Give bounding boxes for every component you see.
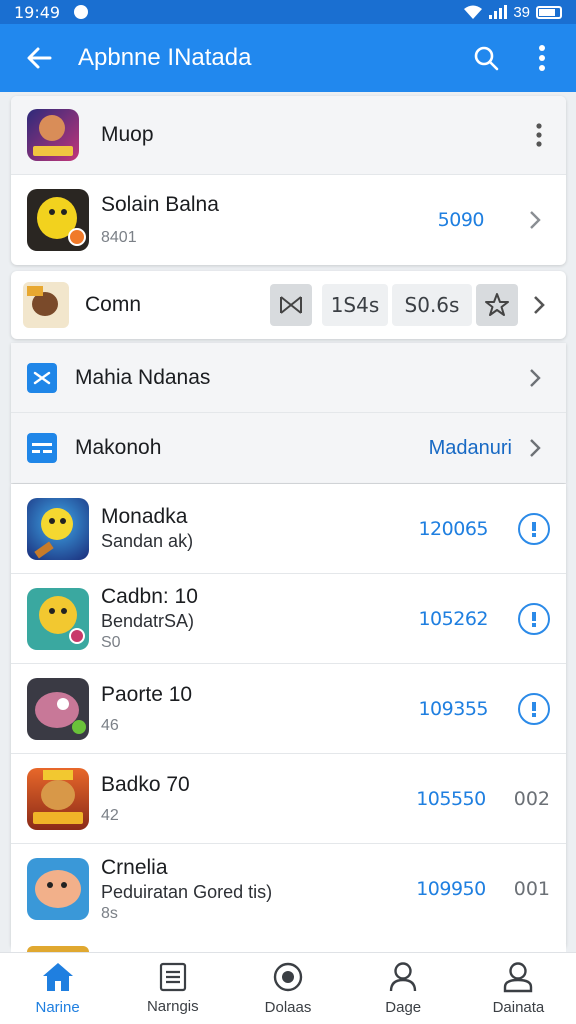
favorite-button[interactable] bbox=[476, 284, 518, 326]
nav-item-list[interactable]: Narngis bbox=[115, 953, 230, 1024]
status-bar: 19:49 39 bbox=[0, 0, 576, 24]
app-icon bbox=[27, 109, 79, 161]
list-item[interactable]: Badko 70 42 105550 002 bbox=[11, 754, 566, 844]
cross-app-icon bbox=[27, 362, 57, 393]
menu-item-value: Madanuri bbox=[428, 436, 512, 459]
list-item[interactable]: Monadka Sandan ak) 120065 bbox=[11, 484, 566, 574]
item-value: 105550 bbox=[416, 787, 486, 810]
item-rank: 001 bbox=[513, 878, 550, 900]
nav-label: Dolaas bbox=[264, 999, 312, 1016]
item-meta: 46 bbox=[101, 716, 119, 734]
nav-item-home[interactable]: Narine bbox=[0, 953, 115, 1024]
bottom-navigation: Narine Narngis Dolaas Dage Dainata bbox=[0, 952, 576, 1024]
close-button[interactable] bbox=[270, 284, 312, 326]
person-icon bbox=[390, 962, 417, 992]
compare-card: Comn 1S4s S0.6s bbox=[11, 271, 566, 339]
item-meta: 42 bbox=[101, 806, 119, 824]
item-value: 105262 bbox=[418, 607, 488, 630]
status-time: 19:49 bbox=[14, 2, 61, 22]
item-name: Solain Balna bbox=[101, 193, 219, 216]
more-vertical-icon bbox=[539, 45, 545, 71]
list-item[interactable]: Solain Balna 8401 5090 bbox=[11, 175, 566, 265]
section-title: Muop bbox=[101, 123, 154, 146]
list-item[interactable]: Paorte 10 46 109355 bbox=[11, 664, 566, 754]
item-value: 109950 bbox=[416, 878, 486, 900]
app-icon bbox=[27, 587, 89, 650]
page-title: Apbnne INatada bbox=[78, 44, 252, 71]
app-icon bbox=[23, 282, 69, 328]
search-button[interactable] bbox=[458, 24, 514, 92]
battery-icon bbox=[536, 5, 562, 19]
nav-label: Narngis bbox=[146, 998, 199, 1015]
item-value: 109355 bbox=[418, 697, 488, 720]
profile-icon bbox=[504, 962, 533, 993]
item-value: 120065 bbox=[418, 517, 488, 540]
item-meta: S0 bbox=[101, 634, 121, 651]
compare-left-value: 1S4s bbox=[322, 284, 388, 326]
item-name: Monadka bbox=[101, 505, 188, 528]
nav-label: Narine bbox=[35, 999, 80, 1016]
item-subtitle: Peduiratan Gored tis) bbox=[101, 881, 273, 902]
item-name: Paorte 10 bbox=[101, 682, 193, 706]
chevron-right-icon bbox=[520, 438, 550, 458]
chevron-right-icon bbox=[524, 295, 554, 315]
menu-item-label: Makonoh bbox=[75, 436, 162, 459]
home-icon bbox=[42, 963, 73, 991]
card-app-icon bbox=[27, 433, 57, 463]
download-icon[interactable] bbox=[518, 602, 550, 635]
notification-icon bbox=[74, 5, 89, 19]
item-meta: 8401 bbox=[101, 229, 137, 246]
compare-right-value: S0.6s bbox=[392, 284, 472, 326]
item-name: Cadbn: 10 bbox=[101, 585, 198, 608]
star-icon bbox=[485, 293, 509, 316]
signal-icon bbox=[489, 5, 508, 19]
download-icon[interactable] bbox=[518, 692, 550, 725]
nav-item-person[interactable]: Dage bbox=[346, 953, 461, 1024]
download-icon[interactable] bbox=[518, 512, 550, 545]
nav-label: Dainata bbox=[492, 999, 545, 1016]
arrow-left-icon bbox=[27, 47, 52, 69]
list-icon bbox=[159, 962, 186, 992]
featured-card: Muop Solain Balna 8401 5090 bbox=[11, 96, 566, 265]
menu-item[interactable]: Mahia Ndanas bbox=[11, 343, 566, 413]
search-icon bbox=[474, 46, 499, 71]
menu-card: Mahia Ndanas Makonoh Madanuri bbox=[11, 343, 566, 483]
wifi-icon bbox=[464, 5, 483, 19]
item-value: 5090 bbox=[437, 209, 485, 231]
item-meta: 8s bbox=[101, 904, 118, 922]
compare-title: Comn bbox=[85, 293, 142, 316]
app-list: Monadka Sandan ak) 120065 Cadbn: 10 Bend… bbox=[11, 484, 566, 949]
chevron-right-icon bbox=[520, 368, 550, 388]
bowtie-icon bbox=[280, 296, 302, 314]
item-name: Crnelia bbox=[101, 855, 168, 879]
list-item[interactable]: Crnelia Peduiratan Gored tis) 8s 109950 … bbox=[11, 844, 566, 934]
app-icon bbox=[27, 767, 89, 830]
item-rank: 002 bbox=[513, 787, 550, 810]
next-item-peek bbox=[11, 944, 566, 952]
back-button[interactable] bbox=[0, 24, 78, 92]
more-button[interactable] bbox=[514, 24, 570, 92]
list-item[interactable]: Cadbn: 10 BendatrSA) S0 105262 bbox=[11, 574, 566, 664]
nav-label: Dage bbox=[385, 999, 422, 1016]
battery-percent: 39 bbox=[513, 3, 530, 21]
section-header[interactable]: Muop bbox=[11, 96, 566, 175]
record-icon bbox=[273, 962, 303, 992]
app-icon bbox=[27, 189, 89, 251]
nav-item-record[interactable]: Dolaas bbox=[230, 953, 345, 1024]
app-icon bbox=[27, 677, 89, 740]
compare-row[interactable]: Comn 1S4s S0.6s bbox=[11, 271, 566, 339]
item-name: Badko 70 bbox=[101, 772, 190, 796]
nav-item-profile[interactable]: Dainata bbox=[461, 953, 576, 1024]
menu-item[interactable]: Makonoh Madanuri bbox=[11, 413, 566, 483]
app-bar: Apbnne INatada bbox=[0, 24, 576, 92]
app-icon bbox=[27, 858, 89, 920]
menu-item-label: Mahia Ndanas bbox=[75, 365, 211, 389]
more-vertical-icon[interactable] bbox=[536, 123, 542, 147]
item-subtitle: BendatrSA) bbox=[101, 611, 195, 631]
item-subtitle: Sandan ak) bbox=[101, 531, 194, 551]
app-icon bbox=[27, 497, 89, 560]
chevron-right-icon bbox=[520, 210, 550, 230]
